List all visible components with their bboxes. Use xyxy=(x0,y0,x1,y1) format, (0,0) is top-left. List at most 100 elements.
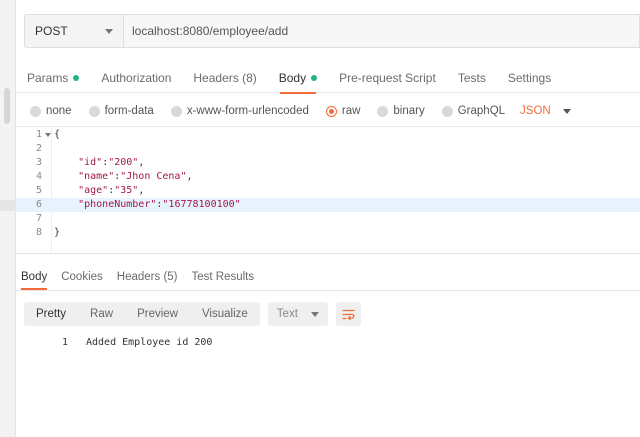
line-number: 5 xyxy=(35,185,42,196)
radio-raw[interactable]: raw xyxy=(325,105,361,117)
line-code: "name":"Jhon Cena", xyxy=(78,171,193,182)
tab-tests[interactable]: Tests xyxy=(447,63,497,93)
chevron-down-icon xyxy=(562,108,571,114)
radio-form-data[interactable]: form-data xyxy=(88,105,154,117)
tab-authorization-label: Authorization xyxy=(101,70,172,85)
line-number: 8 xyxy=(35,227,42,238)
response-tab-body-label: Body xyxy=(21,271,48,283)
wrap-lines-button[interactable] xyxy=(335,302,361,326)
request-tabs: Params Authorization Headers (8) Body Pr… xyxy=(16,63,640,94)
json-key: "id" xyxy=(78,157,103,168)
editor-line: 3 "id":"200", xyxy=(16,156,640,170)
json-key: "phoneNumber" xyxy=(78,199,157,210)
editor-line: 1 { xyxy=(16,128,640,142)
request-body-editor[interactable]: 1 { 2 3 "id":"200", 4 "name":"Jhon Cena"… xyxy=(16,126,640,254)
visualize-button[interactable]: Visualize xyxy=(190,302,260,326)
line-code: "id":"200", xyxy=(78,157,145,168)
body-type-options: none form-data x-www-form-urlencoded raw… xyxy=(30,101,571,121)
radio-selected-icon xyxy=(325,105,337,117)
tab-params[interactable]: Params xyxy=(16,63,90,93)
response-tabs: Body Cookies Headers (5) Test Results xyxy=(16,264,263,290)
response-text: Added Employee id 200 xyxy=(86,337,213,348)
json-key: "name" xyxy=(78,171,115,182)
line-code: } xyxy=(54,227,61,238)
radio-form-data-label: form-data xyxy=(104,105,154,117)
radio-none-label: none xyxy=(46,105,72,117)
language-select[interactable]: JSON xyxy=(520,105,571,117)
json-value: "16778100100" xyxy=(162,199,241,210)
url-input[interactable] xyxy=(124,14,640,48)
left-sidebar-rail xyxy=(0,0,16,437)
response-format-select[interactable]: Text xyxy=(267,302,328,326)
tab-pre-request-script[interactable]: Pre-request Script xyxy=(328,63,447,93)
body-status-dot-icon xyxy=(311,74,318,81)
radio-urlencoded-label: x-www-form-urlencoded xyxy=(186,105,309,117)
line-code: { xyxy=(54,129,61,140)
radio-circle-icon xyxy=(377,105,389,117)
tab-headers[interactable]: Headers (8) xyxy=(182,63,267,93)
params-status-dot-icon xyxy=(73,74,80,81)
json-value: "35" xyxy=(114,185,139,196)
language-select-label: JSON xyxy=(520,105,551,117)
radio-none[interactable]: none xyxy=(30,105,72,117)
http-method-select[interactable]: POST xyxy=(24,14,124,48)
response-line: 1 Added Employee id 200 xyxy=(16,336,640,350)
wrap-lines-icon xyxy=(342,309,355,320)
request-url-bar: POST xyxy=(24,14,640,48)
line-number: 1 xyxy=(61,337,68,348)
line-code: "age":"35", xyxy=(78,185,145,196)
tab-tests-label: Tests xyxy=(457,70,486,85)
tab-settings-label: Settings xyxy=(507,70,552,85)
line-number: 1 xyxy=(35,129,42,140)
tab-body-label: Body xyxy=(278,70,307,85)
response-body-viewer: 1 Added Employee id 200 xyxy=(16,336,640,350)
radio-graphql[interactable]: GraphQL xyxy=(441,105,505,117)
chevron-down-icon xyxy=(310,312,319,317)
tab-pre-request-script-label: Pre-request Script xyxy=(339,70,436,85)
radio-circle-icon xyxy=(170,105,182,117)
radio-raw-label: raw xyxy=(341,105,361,117)
response-tab-headers-label: Headers (5) xyxy=(116,271,178,283)
json-value: "Jhon Cena" xyxy=(120,171,187,182)
http-method-label: POST xyxy=(35,24,68,38)
editor-line: 5 "age":"35", xyxy=(16,184,640,198)
response-tab-test-results[interactable]: Test Results xyxy=(187,264,260,290)
json-value: "200" xyxy=(108,157,139,168)
radio-binary[interactable]: binary xyxy=(377,105,425,117)
line-number: 3 xyxy=(35,157,42,168)
json-key: "age" xyxy=(78,185,109,196)
editor-line: 2 xyxy=(16,142,640,156)
line-code: "phoneNumber":"16778100100" xyxy=(78,199,241,210)
response-tab-cookies[interactable]: Cookies xyxy=(56,264,108,290)
tab-body[interactable]: Body xyxy=(268,63,328,94)
radio-circle-icon xyxy=(441,105,453,117)
sidebar-highlight-band xyxy=(0,200,16,211)
response-toolbar: Pretty Raw Preview Visualize Text xyxy=(24,302,361,326)
editor-line: 8 } xyxy=(16,226,640,240)
pretty-button[interactable]: Pretty xyxy=(24,302,78,326)
raw-button[interactable]: Raw xyxy=(78,302,125,326)
response-tab-body[interactable]: Body xyxy=(16,264,52,290)
line-number: 6 xyxy=(35,199,42,210)
tab-settings[interactable]: Settings xyxy=(497,63,562,93)
response-tab-test-results-label: Test Results xyxy=(191,271,255,283)
radio-urlencoded[interactable]: x-www-form-urlencoded xyxy=(170,105,309,117)
preview-button[interactable]: Preview xyxy=(125,302,190,326)
response-divider xyxy=(16,290,640,291)
line-number: 2 xyxy=(35,143,42,154)
radio-binary-label: binary xyxy=(393,105,425,117)
response-tab-cookies-label: Cookies xyxy=(61,271,103,283)
view-mode-switch: Pretty Raw Preview Visualize xyxy=(24,302,260,326)
fold-arrow-icon[interactable] xyxy=(45,133,51,137)
sidebar-scroll-thumb[interactable] xyxy=(4,88,10,124)
editor-line: 7 xyxy=(16,212,640,226)
response-format-label: Text xyxy=(276,308,298,320)
editor-line-active: 6 "phoneNumber":"16778100100" xyxy=(16,198,640,212)
radio-circle-icon xyxy=(88,105,100,117)
response-tab-headers[interactable]: Headers (5) xyxy=(112,264,183,290)
tab-params-label: Params xyxy=(27,70,69,85)
tab-authorization[interactable]: Authorization xyxy=(90,63,182,93)
editor-line: 4 "name":"Jhon Cena", xyxy=(16,170,640,184)
line-number: 7 xyxy=(35,213,42,224)
tab-headers-label: Headers (8) xyxy=(193,70,257,85)
